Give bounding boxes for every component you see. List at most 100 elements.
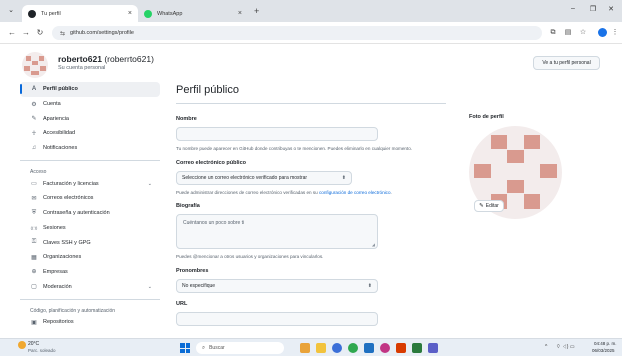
clock-date[interactable]: 06/03/2025 [592,348,615,353]
weather-sun-icon[interactable] [18,341,26,349]
accessibility-icon: ☥ [31,130,37,137]
browser-profile-avatar[interactable] [598,28,607,37]
windows-start-icon[interactable] [180,343,190,353]
account-subtitle: Su cuenta personal [58,65,106,71]
globe-icon: ⊕ [31,269,37,276]
resize-grip-icon[interactable]: ◢ [372,242,375,247]
edit-photo-button[interactable]: ✎ Editar [474,200,504,212]
close-window-icon[interactable]: ✕ [604,5,618,13]
sidebar-item-label: Cuenta [43,101,61,108]
reload-icon[interactable]: ↻ [34,28,46,38]
email-help-text: Puede administrar direcciones de correo … [176,189,441,196]
clock-time[interactable]: 04:48 p. m. [594,341,617,346]
chrome-icon[interactable] [348,343,358,353]
sidebar-item-sessions[interactable]: ((·)) Sesiones [20,221,160,236]
bio-textarea[interactable]: Cuéntanos un poco sobre ti ◢ [176,214,378,249]
new-tab-button[interactable]: + [254,6,259,16]
whatsapp-icon [144,9,152,18]
url-label: URL [176,301,188,307]
sidebar-item-repositories[interactable]: ▣ Repositorios [20,315,160,330]
sidebar-item-emails[interactable]: ✉ Correos electrónicos [20,191,160,206]
taskbar-search-placeholder: Buscar [209,345,225,351]
name-help-text: Tu nombre puede aparecer en GitHub donde… [176,146,413,151]
star-icon[interactable]: ☆ [578,28,588,38]
extensions-icon[interactable]: ▤ [563,28,573,38]
sidebar-item-label: Perfil público [43,86,78,93]
sidebar-item-enterprises[interactable]: ⊕ Empresas [20,265,160,280]
repo-icon: ▣ [31,319,37,326]
account-username: roberto621 [58,54,102,64]
name-field[interactable] [176,127,378,141]
browser-toolbar: ← → ↻ ⇆ github.com/settings/profile ⧉ ▤ … [0,22,622,44]
network-volume-battery-icons[interactable]: ⌔ ◁) ▭ [556,344,575,350]
taskbar-app-icon[interactable] [300,343,310,353]
account-handle: (roberrto621) [104,54,154,64]
select-caret-icon: ⬍ [367,283,372,289]
chevron-down-icon[interactable]: ⌄ [148,284,152,290]
instagram-icon[interactable] [380,343,390,353]
file-explorer-icon[interactable] [316,343,326,353]
sidebar-item-password[interactable]: ⛨ Contraseña y autenticación [20,206,160,221]
weather-description[interactable]: Parc. soleado [28,348,56,353]
address-bar[interactable]: ⇆ github.com/settings/profile [52,26,542,40]
mail-app-icon[interactable] [364,343,374,353]
minimize-icon[interactable]: – [566,5,580,12]
bio-help-text: Puedes @mencionar a otros usuarios y org… [176,254,324,259]
public-email-select[interactable]: Seleccione un correo electrónico verific… [176,171,352,185]
email-settings-link[interactable]: configuración de correo electrónico [319,190,391,195]
sidebar-group-access: Acceso [30,169,47,176]
close-tab-icon[interactable]: × [238,10,242,17]
sidebar-item-notifications[interactable]: ♫ Notificaciones [20,141,160,156]
weather-temperature[interactable]: 20°C [28,341,39,347]
office-icon[interactable] [396,343,406,353]
sidebar-item-billing[interactable]: ▭ Facturación y licencias ⌄ [20,176,160,191]
tab-tu-perfil[interactable]: Tu perfil × [22,5,138,22]
broadcast-icon: ((·)) [30,225,38,231]
bio-label: Biografía [176,203,200,209]
shield-app-icon[interactable] [332,343,342,353]
sidebar-item-label: Claves SSH y GPG [43,239,91,246]
github-icon [28,9,36,18]
sidebar-item-accessibility[interactable]: ☥ Accesibilidad [20,126,160,141]
windows-taskbar: 20°C Parc. soleado ⌕ Buscar ^ ⌔ ◁) ▭ 04:… [0,338,622,356]
public-profile-form: Perfil público Nombre Tu nombre puede ap… [176,84,446,326]
sidebar-item-account[interactable]: ⚙ Cuenta [20,97,160,112]
forward-arrow-icon[interactable]: → [20,28,32,38]
profile-photo-label: Foto de perfil [469,114,504,120]
site-info-icon[interactable]: ⇆ [60,30,65,37]
sidebar-item-organizations[interactable]: ▦ Organizaciones [20,250,160,265]
close-tab-icon[interactable]: × [128,10,132,17]
paintbrush-icon: ✎ [31,116,37,123]
teams-icon[interactable] [428,343,438,353]
pronouns-label: Pronombres [176,268,209,274]
tab-whatsapp[interactable]: WhatsApp × [138,5,248,22]
go-to-profile-button[interactable]: Ve a tu perfil personal [533,56,600,70]
tray-overflow-icon[interactable]: ^ [545,344,547,350]
tab-list-chevron-down-icon[interactable]: ⌄ [6,6,16,16]
bell-icon: ♫ [31,145,37,152]
github-settings-page: roberto621 (roberrto621) Su cuenta perso… [0,44,622,338]
back-arrow-icon[interactable]: ← [6,28,18,38]
sidebar-item-appearance[interactable]: ✎ Apariencia [20,111,160,126]
settings-sidebar: A Perfil público ⚙ Cuenta ✎ Apariencia ☥… [20,82,160,330]
sidebar-item-label: Repositorios [43,319,74,326]
pronouns-select[interactable]: No especifique ⬍ [176,279,378,293]
sidebar-item-ssh-gpg-keys[interactable]: ⚿ Claves SSH y GPG [20,235,160,250]
email-help-prefix: Puede administrar direcciones de correo … [176,190,318,195]
url-field[interactable] [176,312,378,326]
sidebar-item-label: Facturación y licencias [43,180,99,187]
more-icon[interactable]: ⋮ [610,28,620,38]
sidebar-item-moderation[interactable]: ▢ Moderación ⌄ [20,279,160,294]
avatar[interactable] [22,52,48,78]
sidebar-item-public-profile[interactable]: A Perfil público [20,82,160,97]
cast-icon[interactable]: ⧉ [548,28,558,38]
search-icon: ⌕ [202,344,206,351]
excel-icon[interactable] [412,343,422,353]
sidebar-group-code: Código, planificación y automatización [30,307,116,314]
sidebar-divider [20,160,160,162]
maximize-icon[interactable]: ❐ [586,5,600,13]
taskbar-search-input[interactable]: ⌕ Buscar [196,342,284,354]
email-help-suffix: . [390,190,392,195]
chevron-down-icon[interactable]: ⌄ [148,181,152,187]
public-email-label: Correo electrónico público [176,160,246,166]
